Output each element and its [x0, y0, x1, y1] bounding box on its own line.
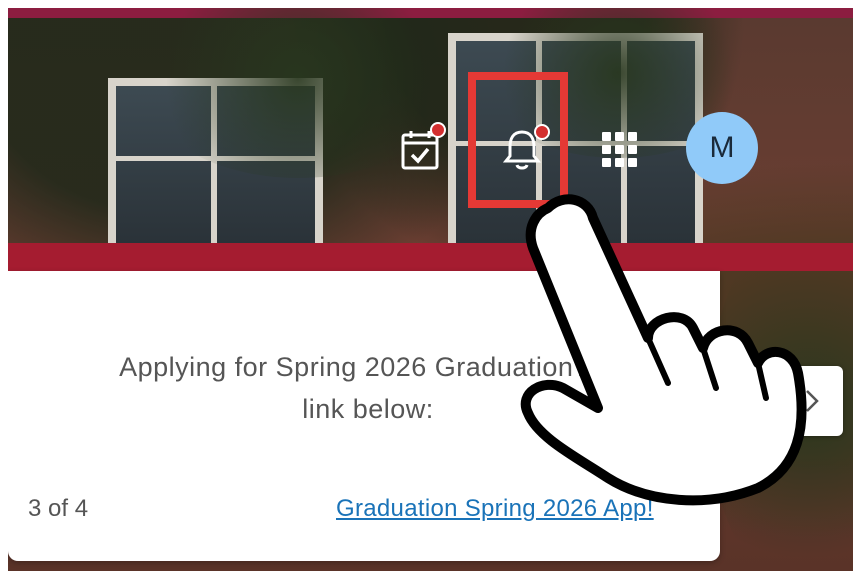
announcement-message-line2: link below:: [302, 394, 434, 424]
calendar-badge: [430, 122, 446, 138]
grid-apps-icon: [602, 132, 637, 167]
apps-menu-button[interactable]: [596, 126, 644, 174]
graduation-app-link[interactable]: Graduation Spring 2026 App!: [336, 495, 654, 523]
chevron-right-icon: [806, 390, 819, 412]
announcement-counter: 3 of 4: [28, 495, 89, 522]
notifications-button[interactable]: [498, 124, 550, 174]
announcement-message: Applying for Spring 2026 Graduation? C l…: [18, 346, 718, 430]
announcement-message-line1: Applying for Spring 2026 Graduation? C: [119, 352, 617, 382]
header-toolbar: M: [8, 8, 853, 248]
user-avatar[interactable]: M: [686, 112, 758, 184]
page-frame: M Applying for Spring 2026 Graduation? C…: [8, 8, 853, 571]
next-announcement-button[interactable]: [781, 366, 843, 436]
calendar-button[interactable]: [396, 122, 446, 174]
notifications-badge: [534, 124, 550, 140]
